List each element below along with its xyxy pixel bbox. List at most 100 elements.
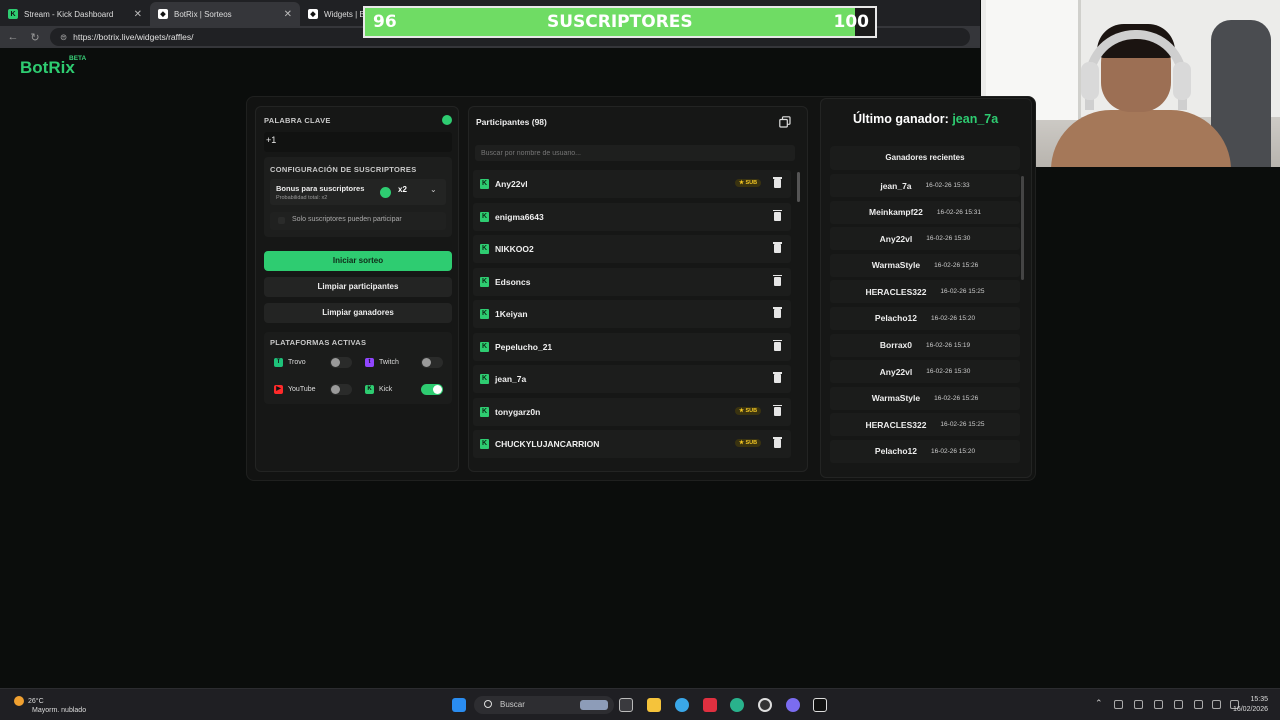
participant-search-input[interactable] [475,145,795,161]
bonus-select[interactable]: Bonus para suscriptores Probabilidad tot… [270,179,446,205]
participant-name: Any22vl [495,179,528,189]
file-explorer-icon[interactable] [647,698,661,712]
winner-date: 16-02-26 15:26 [934,394,979,402]
weather-icon [14,696,24,706]
kick-icon: K [480,211,489,222]
trash-icon[interactable] [773,177,782,188]
back-icon[interactable]: ← [6,31,20,43]
info-icon[interactable] [380,187,391,198]
platform-twitch: t Twitch [359,353,447,371]
onedrive-icon[interactable] [1114,700,1123,709]
close-icon[interactable]: ✕ [284,9,292,20]
raffle-settings-panel: PALABRA CLAVE +1 CONFIGURACIÓN DE SUSCRI… [255,106,459,472]
participant-row: K CHUCKYLUJANCARRION ★ SUB [473,430,791,458]
checkbox-icon[interactable] [278,217,285,224]
scrollbar[interactable] [797,172,800,202]
winner-name: Any22vl [879,366,913,377]
trash-icon[interactable] [773,307,782,318]
winner-row: HERACLES322 16-02-26 15:25 [830,280,1020,304]
sub-goal-bar: 96 SUSCRIPTORES 100 [363,6,877,38]
sub-config-label: CONFIGURACIÓN DE SUSCRIPTORES [270,165,417,174]
winner-date: 16-02-26 15:30 [926,235,971,243]
participant-name: jean_7a [495,374,527,384]
start-raffle-button[interactable]: Iniciar sorteo [264,251,452,271]
trash-icon[interactable] [773,437,782,448]
winner-row: WarmaStyle 16-02-26 15:26 [830,253,1020,277]
chevron-up-icon[interactable]: ⌃ [1095,698,1103,709]
tab-botrix-sorteos[interactable]: ◆ BotRix | Sorteos ✕ [150,2,300,26]
volume-icon[interactable] [1212,700,1221,709]
wps-icon[interactable] [703,698,717,712]
winner-date: 16-02-26 15:26 [934,261,979,269]
reload-icon[interactable]: ↻ [28,31,42,44]
winner-date: 16-02-26 15:31 [936,208,981,216]
trash-icon[interactable] [773,404,782,416]
participant-row: K Pepelucho_21 [473,332,791,361]
site-info-icon[interactable]: ⊜ [60,32,67,43]
sub-goal-target: 100 [833,12,870,32]
microphone-icon[interactable] [1174,700,1183,709]
winner-name: Any22vl [879,233,913,244]
participant-name: tonygarz0n [495,406,541,417]
winner-row: Meinkampf22 16-02-26 15:31 [830,200,1020,224]
platform-label: Trovo [288,358,306,366]
winner-date: 16-02-26 15:19 [926,341,971,349]
kick-icon: K [480,179,489,189]
last-winner-label: Último ganador: [853,112,949,126]
trash-icon[interactable] [773,274,782,286]
scrollbar[interactable] [1021,176,1024,280]
obs-icon[interactable] [813,698,827,712]
taskbar-clock[interactable]: 15:35 16/02/2026 [1233,695,1268,715]
youtube-icon: ▶ [274,384,283,394]
tray-icon[interactable] [1154,700,1163,709]
trash-icon[interactable] [773,372,782,383]
winner-name: HERACLES322 [865,419,927,430]
winner-date: 16-02-26 15:30 [926,368,971,376]
copy-icon[interactable] [779,116,791,128]
only-subs-checkbox[interactable]: Solo suscriptores pueden participar [270,212,446,230]
trash-icon[interactable] [773,339,782,351]
winner-name: Pelacho12 [874,313,917,324]
winner-row: Pelacho12 16-02-26 15:20 [830,306,1020,330]
trash-icon[interactable] [773,209,782,221]
botrix-icon: ◆ [308,9,318,19]
weather-condition: Mayorm. nublado [32,707,87,714]
keyword-input[interactable]: +1 [264,132,452,152]
info-icon[interactable] [442,115,452,125]
kick-toggle[interactable] [421,384,443,395]
winner-row: Any22vl 16-02-26 15:30 [830,227,1020,251]
tray-icon[interactable] [1134,700,1143,709]
clear-participants-button[interactable]: Limpiar participantes [264,277,452,297]
winner-row: HERACLES322 16-02-26 15:25 [830,413,1020,437]
discord-icon[interactable] [786,698,800,712]
network-icon[interactable] [1194,700,1203,709]
edge-icon[interactable] [730,698,744,712]
chrome-icon[interactable] [758,698,772,712]
weather-widget[interactable]: 26°C Mayorm. nublado [14,696,86,715]
winners-panel: Último ganador: jean_7a Ganadores recien… [820,98,1032,478]
clear-winners-button[interactable]: Limpiar ganadores [264,303,452,323]
winner-date: 16-02-26 15:20 [930,447,976,455]
winner-name: WarmaStyle [871,260,921,271]
youtube-toggle[interactable] [330,384,352,395]
winner-name: jean_7a [880,180,912,191]
participants-panel: Participantes (98) K Any22vl ★ SUB Kenigma6… [468,106,808,472]
taskbar-search-label: Buscar [500,700,525,709]
close-icon[interactable]: ✕ [134,9,142,20]
tab-kick-dashboard[interactable]: K Stream - Kick Dashboard ✕ [0,2,150,26]
kick-icon: K [365,384,374,394]
twitch-toggle[interactable] [421,357,443,368]
botrix-logo[interactable]: BotRix [20,58,75,78]
kick-icon: K [480,439,489,449]
kick-icon: K [8,9,18,19]
task-view-icon[interactable] [619,698,633,712]
windows-start-icon[interactable] [452,698,466,712]
trovo-toggle[interactable] [330,357,352,368]
participant-name: Pepelucho_21 [495,341,553,352]
trash-icon[interactable] [773,242,782,253]
participant-name: CHUCKYLUJANCARRION [495,439,600,449]
sub-goal-current: 96 [373,12,397,32]
platforms-label: PLATAFORMAS ACTIVAS [270,338,367,347]
kick-icon: K [480,406,489,417]
copilot-icon[interactable] [675,698,689,712]
